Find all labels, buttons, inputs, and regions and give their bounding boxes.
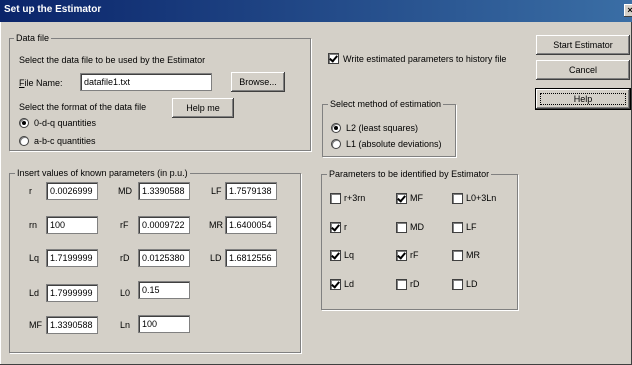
param-lf-label: LF	[211, 186, 222, 196]
method-l2-radio[interactable]	[331, 123, 341, 133]
data-file-instruction: Select the data file to be used by the E…	[19, 55, 206, 65]
file-name-input[interactable]: datafile1.txt	[80, 73, 212, 91]
identify-r3rn-label: r+3rn	[344, 193, 366, 203]
identify-mf-label: MF	[410, 193, 423, 203]
identify-group-label: Parameters to be identified by Estimator	[327, 169, 492, 179]
identify-lf-label: LF	[466, 222, 477, 232]
identify-lq-label: Lq	[344, 250, 355, 260]
browse-button[interactable]: Browse...	[231, 72, 285, 92]
window-title: Set up the Estimator	[4, 4, 102, 15]
param-ld-input[interactable]: 1.7999999	[46, 284, 98, 302]
param-rd-input[interactable]: 0.0125380	[138, 249, 190, 267]
format-dq-radio[interactable]	[19, 118, 29, 128]
history-checkbox[interactable]	[328, 53, 339, 64]
param-lq-input[interactable]: 1.7199999	[46, 249, 98, 267]
param-mf-label: MF	[29, 320, 42, 330]
param-md-label: MD	[118, 186, 132, 196]
method-group-label: Select method of estimation	[328, 99, 444, 109]
param-l0-input[interactable]: 0.15	[138, 281, 190, 299]
param-mf-input[interactable]: 1.3390588	[46, 316, 98, 334]
identify-ld-cap-checkbox[interactable]	[452, 279, 463, 290]
identify-ld-label: Ld	[344, 279, 355, 289]
start-estimator-button[interactable]: Start Estimator	[536, 35, 630, 55]
method-l1-radio[interactable]	[331, 139, 341, 149]
param-ld-label: Ld	[29, 288, 40, 298]
identify-md-checkbox[interactable]	[396, 222, 407, 233]
param-r-input[interactable]: 0.0026999	[46, 182, 98, 200]
method-l2-label: L2 (least squares)	[346, 123, 419, 133]
help-button[interactable]: Help	[535, 88, 631, 110]
identify-l03ln-checkbox[interactable]	[452, 193, 463, 204]
cancel-button[interactable]: Cancel	[536, 60, 630, 80]
param-l0-label: L0	[120, 288, 131, 298]
param-ld-cap-label: LD	[210, 253, 222, 263]
identify-mr-checkbox[interactable]	[452, 250, 463, 261]
close-icon[interactable]: ×	[624, 4, 632, 17]
param-r-label: r	[29, 186, 32, 196]
param-mr-label: MR	[209, 220, 223, 230]
identify-r-label: r	[344, 222, 347, 232]
help-focus-rect	[540, 93, 626, 105]
format-abc-radio[interactable]	[19, 136, 29, 146]
title-bar: Set up the Estimator ×	[0, 0, 632, 22]
identify-mf-checkbox[interactable]	[396, 193, 407, 204]
identify-lf-checkbox[interactable]	[452, 222, 463, 233]
identify-lq-checkbox[interactable]	[330, 250, 341, 261]
param-lq-label: Lq	[29, 253, 40, 263]
identify-rd-checkbox[interactable]	[396, 279, 407, 290]
identify-ld-checkbox[interactable]	[330, 279, 341, 290]
format-dq-label: 0-d-q quantities	[34, 118, 97, 128]
known-params-group-label: Insert values of known parameters (in p.…	[15, 168, 190, 178]
identify-mr-label: MR	[466, 250, 480, 260]
identify-md-label: MD	[410, 222, 424, 232]
param-ld-cap-input[interactable]: 1.6812556	[225, 249, 277, 267]
format-label: Select the format of the data file	[19, 102, 147, 112]
estimator-dialog: Set up the Estimator × Data file Select …	[0, 0, 632, 365]
param-rf-input[interactable]: 0.0009722	[138, 216, 190, 234]
param-md-input[interactable]: 1.3390588	[138, 182, 190, 200]
identify-rf-label: rF	[410, 250, 419, 260]
param-rd-label: rD	[120, 253, 130, 263]
data-file-group-label: Data file	[14, 33, 52, 43]
identify-l03ln-label: L0+3Ln	[466, 193, 497, 203]
method-l1-label: L1 (absolute deviations)	[346, 139, 442, 149]
param-rn-label: rn	[29, 220, 38, 230]
format-abc-label: a-b-c quantities	[34, 136, 96, 146]
param-rn-input[interactable]: 100	[46, 216, 98, 234]
param-rf-label: rF	[120, 220, 129, 230]
identify-rd-label: rD	[410, 279, 420, 289]
param-ln-label: Ln	[120, 320, 131, 330]
file-name-label: File Name:	[19, 78, 63, 88]
identify-rf-checkbox[interactable]	[396, 250, 407, 261]
param-ln-input[interactable]: 100	[138, 315, 190, 333]
param-lf-input[interactable]: 1.7579138	[225, 182, 277, 200]
history-label: Write estimated parameters to history fi…	[343, 54, 507, 64]
help-me-button[interactable]: Help me	[172, 98, 234, 118]
identify-r3rn-checkbox[interactable]	[330, 193, 341, 204]
identify-r-checkbox[interactable]	[330, 222, 341, 233]
param-mr-input[interactable]: 1.6400054	[225, 216, 277, 234]
identify-ld-cap-label: LD	[466, 279, 478, 289]
